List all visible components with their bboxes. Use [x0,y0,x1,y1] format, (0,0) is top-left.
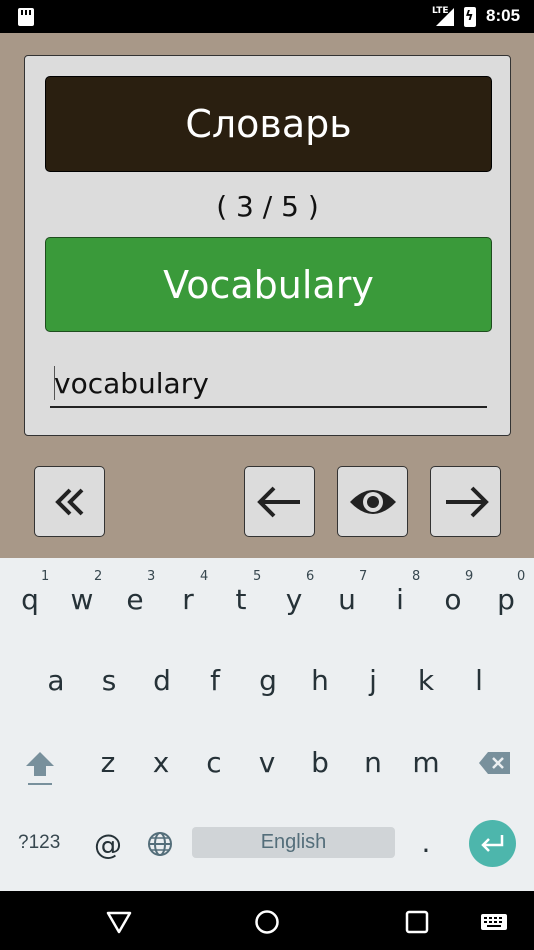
key-hint: 2 [94,569,103,584]
status-bar: LTE 8:05 [0,0,534,33]
recents-icon[interactable] [405,910,429,934]
key-j[interactable]: j [353,664,393,697]
answer-display: Vocabulary [45,237,492,332]
progress-counter: ( 3 / 5 ) [216,190,319,223]
soft-keyboard: q w e r t y u i o p 1 2 3 4 5 6 7 8 9 0 … [0,558,534,891]
key-b[interactable]: b [300,746,340,779]
key-hint: 4 [200,569,209,584]
first-page-icon [54,488,83,515]
key-hint: 8 [412,569,421,584]
key-r[interactable]: r [168,583,208,616]
flashcard: Словарь ( 3 / 5 ) Vocabulary [24,55,511,436]
battery-charging-icon [464,7,476,27]
back-icon[interactable] [106,910,132,934]
first-card-button[interactable] [34,466,105,537]
enter-icon [480,834,503,852]
key-f[interactable]: f [195,664,235,697]
enter-key[interactable] [469,820,516,867]
arrow-left-icon [256,486,300,517]
key-x[interactable]: x [141,746,181,779]
eye-icon [349,489,396,514]
language-key[interactable] [146,830,174,858]
key-z[interactable]: z [88,746,128,779]
shift-key[interactable] [22,748,58,788]
key-hint: 9 [465,569,474,584]
key-c[interactable]: c [194,746,234,779]
backspace-icon [479,752,510,774]
key-t[interactable]: t [221,583,261,616]
period-key[interactable]: . [406,826,446,859]
app-content: Словарь ( 3 / 5 ) Vocabulary [0,33,534,558]
home-icon[interactable] [254,909,280,935]
key-l[interactable]: l [459,664,499,697]
space-bar[interactable]: English [192,827,395,858]
shift-icon [26,752,54,785]
answer-input[interactable] [50,360,487,408]
key-hint: 6 [306,569,315,584]
key-hint: 3 [147,569,156,584]
clock: 8:05 [486,6,521,25]
key-n[interactable]: n [353,746,393,779]
key-e[interactable]: e [115,583,155,616]
key-i[interactable]: i [380,583,420,616]
backspace-key[interactable] [478,750,512,776]
key-hint: 5 [253,569,262,584]
system-nav-bar [0,891,534,950]
key-hint: 0 [517,569,526,584]
key-w[interactable]: w [62,583,102,616]
key-d[interactable]: d [142,664,182,697]
symbols-key[interactable]: ?123 [18,832,60,854]
key-m[interactable]: m [406,746,446,779]
keyboard-switch-icon[interactable] [480,913,508,931]
text-cursor [54,366,55,400]
arrow-right-icon [445,486,489,517]
at-key[interactable]: @ [88,828,128,861]
key-hint: 1 [41,569,50,584]
key-p[interactable]: p [486,583,526,616]
network-type: LTE [432,6,449,16]
key-k[interactable]: k [406,664,446,697]
key-o[interactable]: o [433,583,473,616]
key-y[interactable]: y [274,583,314,616]
word-display: Словарь [45,76,492,172]
key-hint: 7 [359,569,368,584]
next-card-button[interactable] [430,466,501,537]
key-g[interactable]: g [248,664,288,697]
globe-icon [148,832,172,856]
key-s[interactable]: s [89,664,129,697]
key-q[interactable]: q [10,583,50,616]
reveal-answer-button[interactable] [337,466,408,537]
sd-card-icon [18,8,34,26]
key-v[interactable]: v [247,746,287,779]
previous-card-button[interactable] [244,466,315,537]
key-h[interactable]: h [300,664,340,697]
key-a[interactable]: a [36,664,76,697]
key-u[interactable]: u [327,583,367,616]
